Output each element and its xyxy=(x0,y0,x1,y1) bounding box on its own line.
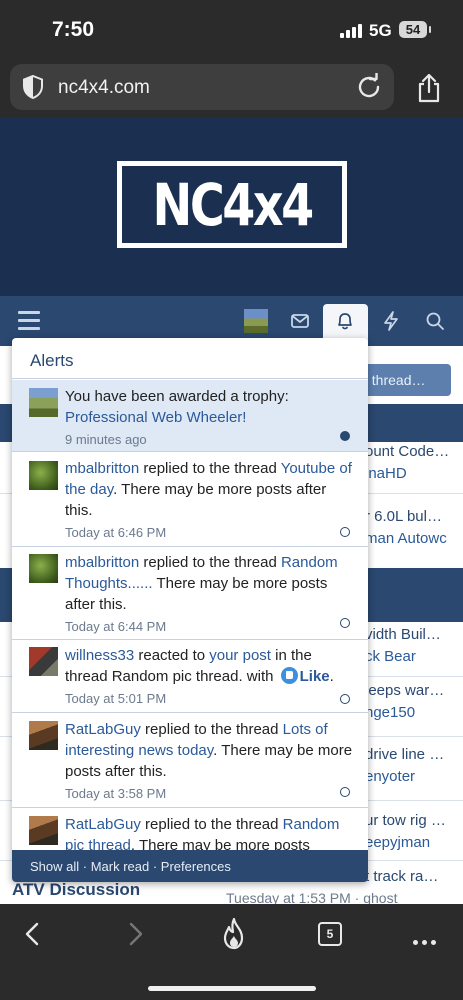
flame-icon[interactable] xyxy=(220,917,248,951)
site-header: NC4x4 xyxy=(0,118,463,296)
read-indicator[interactable] xyxy=(340,527,350,537)
reload-icon[interactable] xyxy=(355,73,383,101)
alert-item[interactable]: You have been awarded a trophy: Professi… xyxy=(12,380,368,452)
user-avatar[interactable] xyxy=(29,816,58,845)
address-bar[interactable]: nc4x4.com xyxy=(10,64,394,110)
network-label: 5G xyxy=(369,21,392,40)
thread-title[interactable]: vidth Buil… xyxy=(365,626,463,643)
thread-title[interactable]: r 6.0L bul… xyxy=(365,508,463,525)
forward-icon xyxy=(129,922,143,946)
thread-author[interactable]: enyoter xyxy=(365,768,463,785)
thread-author[interactable]: inaHD xyxy=(365,465,463,482)
thread-author[interactable]: ck Bear xyxy=(365,648,463,665)
alert-item[interactable]: mbalbritton replied to the thread Youtub… xyxy=(12,453,368,547)
user-avatar[interactable] xyxy=(29,647,58,676)
thread-author[interactable]: eepyjman xyxy=(365,834,463,851)
user-avatar[interactable] xyxy=(29,461,58,490)
read-indicator[interactable] xyxy=(340,618,350,628)
alert-text: replied to the thread xyxy=(139,554,281,571)
alert-time: Today at 3:58 PM xyxy=(65,786,167,801)
mark-read-link[interactable]: Mark read xyxy=(91,859,150,874)
alerts-title: Alerts xyxy=(12,338,368,379)
address-bar-area: nc4x4.com xyxy=(0,60,463,118)
user-avatar[interactable] xyxy=(29,721,58,750)
share-icon[interactable] xyxy=(414,72,444,104)
trophy-avatar xyxy=(29,388,58,417)
signal-icon xyxy=(340,24,362,38)
alerts-popup: Alerts You have been awarded a trophy: P… xyxy=(12,338,368,882)
site-logo[interactable]: NC4x4 xyxy=(117,161,347,248)
username-link[interactable]: RatLabGuy xyxy=(65,721,141,738)
inbox-icon[interactable] xyxy=(289,310,311,332)
trophy-link[interactable]: Professional Web Wheeler! xyxy=(65,409,246,426)
search-icon[interactable] xyxy=(424,310,446,332)
forum-title[interactable]: ATV Discussion xyxy=(12,880,140,900)
alert-item[interactable]: RatLabGuy replied to the thread Lots of … xyxy=(12,714,368,808)
alert-time: 9 minutes ago xyxy=(65,432,147,447)
user-avatar[interactable] xyxy=(29,554,58,583)
thread-title[interactable]: jeeps war… xyxy=(365,682,463,699)
read-indicator[interactable] xyxy=(340,694,350,704)
alert-item[interactable]: mbalbritton replied to the thread Random… xyxy=(12,548,368,640)
more-icon[interactable] xyxy=(413,932,440,950)
url-text[interactable]: nc4x4.com xyxy=(58,77,150,99)
battery-icon: 54 xyxy=(399,21,431,38)
like-icon xyxy=(280,667,298,684)
thread-title[interactable]: ur tow rig … xyxy=(365,812,463,829)
menu-icon[interactable] xyxy=(18,311,40,331)
browser-toolbar: 5 xyxy=(0,904,463,1000)
show-all-link[interactable]: Show all xyxy=(30,859,79,874)
username-link[interactable]: mbalbritton xyxy=(65,554,139,571)
separator: · xyxy=(79,859,91,874)
alert-time: Today at 6:44 PM xyxy=(65,619,167,634)
tabs-button[interactable]: 5 xyxy=(318,922,342,946)
alert-text: replied to the thread xyxy=(140,816,283,833)
clock: 7:50 xyxy=(52,18,95,41)
home-indicator xyxy=(148,986,316,991)
thread-author[interactable]: man Autowc xyxy=(365,530,463,547)
shield-icon[interactable] xyxy=(20,74,46,100)
read-indicator[interactable] xyxy=(340,787,350,797)
account-avatar[interactable] xyxy=(244,309,268,333)
preferences-link[interactable]: Preferences xyxy=(161,859,231,874)
thread-title[interactable]: drive line … xyxy=(365,746,463,763)
logo-text: NC4x4 xyxy=(152,170,314,239)
alert-text: replied to the thread xyxy=(139,460,281,477)
alert-text: reacted to xyxy=(134,647,210,664)
alerts-footer: Show all · Mark read · Preferences xyxy=(12,850,368,882)
username-link[interactable]: willness33 xyxy=(65,647,134,664)
back-icon[interactable] xyxy=(22,921,44,947)
read-indicator[interactable] xyxy=(340,431,350,441)
username-link[interactable]: RatLabGuy xyxy=(65,816,141,833)
alert-time: Today at 6:46 PM xyxy=(65,525,167,540)
alert-text: replied to the thread xyxy=(140,721,283,738)
thread-title[interactable]: ount Code… xyxy=(365,443,463,460)
post-link[interactable]: your post xyxy=(209,647,271,664)
alert-time: Today at 5:01 PM xyxy=(65,691,167,706)
thread-author[interactable]: nge150 xyxy=(365,704,463,721)
username-link[interactable]: mbalbritton xyxy=(65,460,139,477)
thread-title[interactable]: t track ra… xyxy=(365,868,463,885)
reaction-label: Like xyxy=(299,668,330,685)
alert-text: You have been awarded a trophy: xyxy=(65,388,289,405)
alert-item[interactable]: willness33 reacted to your post in the t… xyxy=(12,641,368,713)
bell-icon xyxy=(338,313,352,330)
status-bar: 7:50 5G 54 xyxy=(0,0,463,60)
separator: · xyxy=(149,859,161,874)
whats-new-icon[interactable] xyxy=(380,310,402,332)
